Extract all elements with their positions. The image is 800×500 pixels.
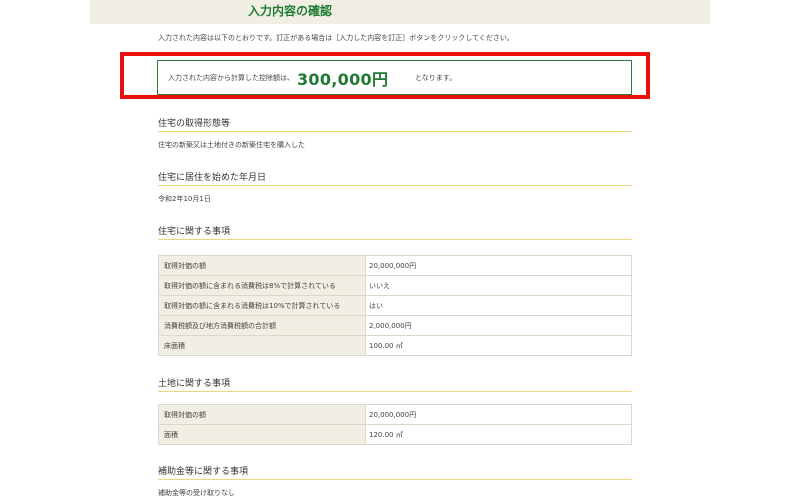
section-heading-subsidy: 補助金等に関する事項 — [158, 467, 249, 477]
section-divider — [158, 239, 632, 240]
land-table: 取得対価の額 20,000,000円 面積 120.00 ㎡ — [158, 404, 632, 445]
table-row: 面積 120.00 ㎡ — [158, 424, 632, 445]
deduction-result-box: 入力された内容から計算した控除額は、 300,000円 となります。 — [157, 60, 632, 95]
result-suffix: となります。 — [415, 74, 457, 82]
acquisition-text: 住宅の新築又は土地付きの新築住宅を購入した — [158, 141, 305, 149]
section-heading-acquisition: 住宅の取得形態等 — [158, 119, 231, 129]
subsidy-text: 補助金等の受け取りなし — [158, 489, 235, 497]
table-row: 取得対価の額 20,000,000円 — [158, 404, 632, 425]
house-table: 取得対価の額 20,000,000円 取得対価の額に含まれる消費税は8%で計算さ… — [158, 255, 632, 356]
row-value: いいえ — [365, 275, 632, 296]
row-label: 面積 — [158, 424, 366, 445]
row-label: 取得対価の額に含まれる消費税は8%で計算されている — [158, 275, 366, 296]
row-label: 取得対価の額に含まれる消費税は10%で計算されている — [158, 295, 366, 316]
result-prefix: 入力された内容から計算した控除額は、 — [168, 74, 294, 82]
row-value: 120.00 ㎡ — [365, 424, 632, 445]
row-label: 床面積 — [158, 335, 366, 356]
section-heading-residence: 住宅に居住を始めた年月日 — [158, 173, 267, 183]
section-divider — [158, 479, 632, 480]
table-row: 取得対価の額に含まれる消費税は10%で計算されている はい — [158, 295, 632, 316]
section-heading-house: 住宅に関する事項 — [158, 227, 231, 237]
intro-text: 入力された内容は以下のとおりです。訂正がある場合は［入力した内容を訂正］ボタンを… — [158, 34, 514, 42]
row-label: 取得対価の額 — [158, 404, 366, 425]
row-label: 取得対価の額 — [158, 255, 366, 276]
row-value: 20,000,000円 — [365, 404, 632, 425]
section-heading-land: 土地に関する事項 — [158, 379, 231, 389]
section-divider — [158, 185, 632, 186]
table-row: 取得対価の額 20,000,000円 — [158, 255, 632, 276]
residence-date: 令和2年10月1日 — [158, 195, 211, 203]
section-divider — [158, 391, 632, 392]
table-row: 取得対価の額に含まれる消費税は8%で計算されている いいえ — [158, 275, 632, 296]
row-value: 100.00 ㎡ — [365, 335, 632, 356]
row-value: 20,000,000円 — [365, 255, 632, 276]
row-value: はい — [365, 295, 632, 316]
table-row: 床面積 100.00 ㎡ — [158, 335, 632, 356]
row-value: 2,000,000円 — [365, 315, 632, 336]
header-band: 入力内容の確認 — [90, 0, 710, 24]
deduction-amount: 300,000円 — [297, 70, 389, 89]
row-label: 消費税額及び地方消費税額の合計額 — [158, 315, 366, 336]
page-title: 入力内容の確認 — [248, 4, 333, 18]
table-row: 消費税額及び地方消費税額の合計額 2,000,000円 — [158, 315, 632, 336]
section-divider — [158, 131, 632, 132]
